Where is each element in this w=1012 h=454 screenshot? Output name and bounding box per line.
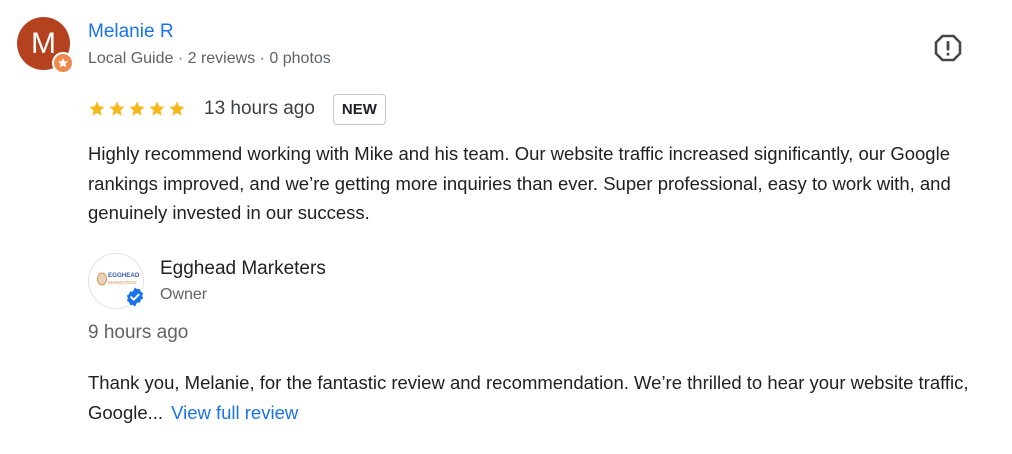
verified-check-icon — [123, 285, 147, 309]
star-icon — [169, 101, 185, 116]
review-time: 13 hours ago — [204, 98, 315, 119]
reply-paragraph: Thank you, Melanie, for the fantastic re… — [88, 368, 998, 427]
view-full-review-link[interactable]: View full review — [171, 402, 298, 423]
star-icon — [129, 101, 145, 116]
report-icon[interactable] — [933, 33, 963, 63]
review-text: Highly recommend working with Mike and h… — [88, 143, 951, 223]
owner-role: Owner — [160, 286, 208, 303]
rating-row: 13 hours ago NEW — [88, 93, 386, 125]
reviewer-initial: M — [31, 26, 56, 60]
svg-text:EGGHEAD: EGGHEAD — [108, 272, 140, 279]
reviewer-meta: Local Guide · 2 reviews · 0 photos — [88, 50, 331, 67]
star-rating — [88, 100, 186, 118]
star-icon — [109, 101, 125, 116]
new-badge: NEW — [332, 93, 386, 125]
reply-time: 9 hours ago — [88, 322, 189, 343]
star-icon — [149, 101, 165, 116]
star-icon — [89, 101, 105, 116]
reviewer-name[interactable]: Melanie R — [88, 21, 174, 43]
owner-name[interactable]: Egghead Marketers — [160, 258, 326, 280]
local-guide-star-icon — [52, 52, 74, 74]
